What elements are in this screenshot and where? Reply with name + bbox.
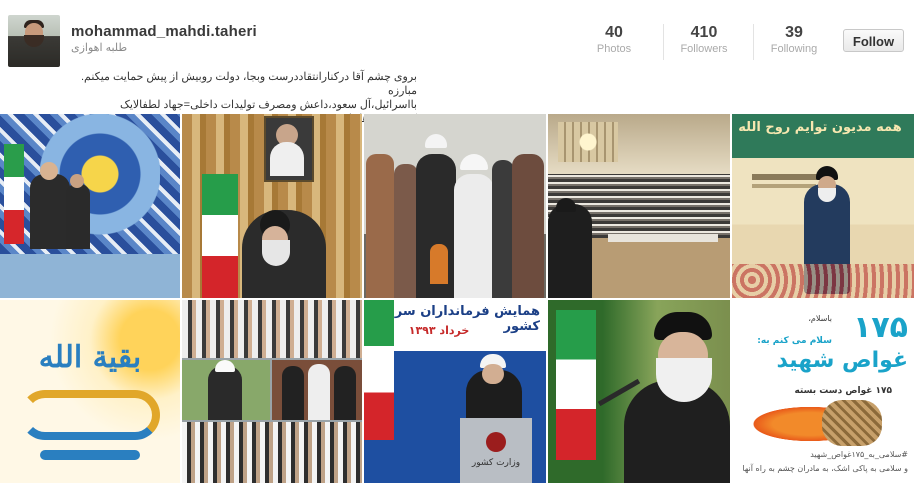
- followers-label: Followers: [680, 43, 728, 55]
- photo-thumbnail[interactable]: [548, 300, 730, 483]
- photos-label: Photos: [596, 43, 632, 55]
- photo-thumbnail[interactable]: ۱۷۵ غواص شهید باسلام، سلام می کنم به: ۱۷…: [732, 300, 914, 483]
- poster-title: همه مدیون توایم روح الله: [738, 120, 902, 135]
- photo-thumbnail[interactable]: [364, 114, 546, 298]
- photo-thumbnail[interactable]: [0, 114, 180, 298]
- following-label: Following: [770, 43, 818, 55]
- bio-line-1: بروی چشم آقا درکنارانتقاددرست وبجا، دولت…: [80, 71, 417, 97]
- poster-line: ۱۷۵ غواص دست بسته: [794, 386, 892, 396]
- profile-header: mohammad_mahdi.taheri طلبه اهوازی بروی چ…: [0, 0, 914, 125]
- followers-count: 410: [690, 24, 718, 41]
- podium-label: وزارت کشور: [471, 458, 521, 468]
- photo-thumbnail[interactable]: [182, 114, 362, 298]
- avatar[interactable]: [8, 15, 60, 67]
- photo-grid: همه مدیون توایم روح الله بقیة الله همایش…: [0, 114, 914, 483]
- photo-thumbnail[interactable]: همایش فرمانداران سراسر کشور خرداد ۱۳۹۳ و…: [364, 300, 546, 483]
- poster-title: غواص شهید: [776, 348, 908, 373]
- following-count: 39: [785, 24, 803, 41]
- photo-thumbnail[interactable]: همه مدیون توایم روح الله: [732, 114, 914, 298]
- photo-thumbnail[interactable]: [548, 114, 730, 298]
- poster-footer: و سلامی به پاکی اشک، به مادران چشم به را…: [742, 464, 908, 473]
- poster-line: باسلام،: [808, 314, 832, 323]
- calligraphy: بقیة الله: [38, 340, 142, 375]
- profile-subtitle: طلبه اهوازی: [71, 42, 128, 54]
- following-stat[interactable]: 39 Following: [754, 24, 834, 56]
- poster-line: سلام می کنم به:: [757, 336, 832, 346]
- photo-thumbnail[interactable]: بقیة الله: [0, 300, 180, 483]
- photos-stat[interactable]: 40 Photos: [574, 24, 654, 56]
- photos-count: 40: [605, 24, 623, 41]
- followers-stat[interactable]: 410 Followers: [664, 24, 744, 56]
- username[interactable]: mohammad_mahdi.taheri: [71, 23, 257, 40]
- poster-hashtag: #سلامی_به_۱۷۵غواص_شهید: [810, 450, 908, 459]
- follow-button[interactable]: Follow: [843, 29, 904, 52]
- photo-thumbnail[interactable]: [182, 300, 362, 483]
